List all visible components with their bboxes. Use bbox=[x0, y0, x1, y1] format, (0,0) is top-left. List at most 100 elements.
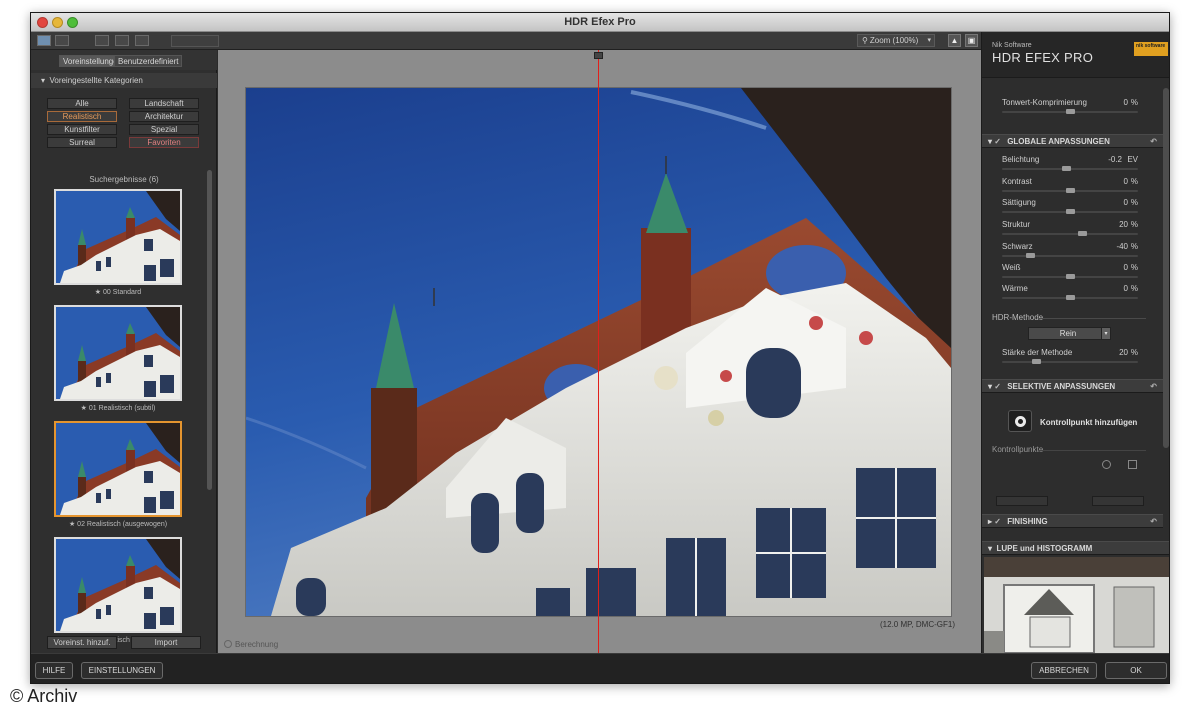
preset-item[interactable]: ★ 01 Realistisch (subtil) bbox=[54, 305, 182, 412]
add-control-point-button[interactable] bbox=[1008, 410, 1032, 432]
category-realistisch[interactable]: Realistisch bbox=[47, 111, 117, 122]
side-by-side-view-icon[interactable] bbox=[135, 35, 149, 46]
slider-knob[interactable] bbox=[1078, 231, 1087, 236]
chevron-down-icon: ▾ bbox=[927, 37, 931, 44]
presets-panel: Voreinstellungen Benutzerdefiniert ▾ Vor… bbox=[31, 50, 217, 653]
contrast-slider[interactable]: Kontrast 0 % bbox=[1002, 177, 1138, 195]
category-kunstfilter[interactable]: Kunstfilter bbox=[47, 124, 117, 135]
cancel-button[interactable]: ABBRECHEN bbox=[1031, 662, 1097, 679]
selective-adjustments-header[interactable]: ▾ ✓ SELEKTIVE ANPASSUNGEN ↶ bbox=[982, 379, 1163, 393]
star-icon: ★ bbox=[80, 405, 87, 412]
add-control-point-label[interactable]: Kontrollpunkt hinzufügen bbox=[1040, 418, 1137, 427]
split-view-icon[interactable] bbox=[115, 35, 129, 46]
split-handle-icon[interactable] bbox=[594, 52, 603, 59]
disclosure-triangle-icon: ▸ bbox=[988, 517, 993, 526]
slider-knob[interactable] bbox=[1066, 209, 1075, 214]
loupe-histogram-label: LUPE und HISTOGRAMM bbox=[996, 544, 1093, 553]
delete-point-icon[interactable] bbox=[1128, 460, 1137, 469]
slider-knob[interactable] bbox=[1066, 295, 1075, 300]
brand-header: Nik Software HDR EFEX PRO nik software bbox=[982, 32, 1169, 78]
checkmark-icon[interactable]: ✓ bbox=[994, 382, 1001, 391]
category-favoriten[interactable]: Favoriten bbox=[129, 137, 199, 148]
category-alle[interactable]: Alle bbox=[47, 98, 117, 109]
nik-logo: nik software bbox=[1134, 42, 1168, 56]
loupe-toggle-icon[interactable]: ▲ bbox=[948, 34, 961, 47]
category-spezial[interactable]: Spezial bbox=[129, 124, 199, 135]
presets-scrollbar[interactable] bbox=[207, 170, 212, 490]
reset-icon[interactable]: ↶ bbox=[1150, 380, 1157, 393]
single-view-icon[interactable] bbox=[37, 35, 51, 46]
settings-button[interactable]: EINSTELLUNGEN bbox=[81, 662, 163, 679]
tab-custom[interactable]: Benutzerdefiniert bbox=[114, 55, 183, 67]
category-header[interactable]: ▾ Voreingestellte Kategorien bbox=[31, 73, 217, 88]
structure-slider[interactable]: Struktur 20 % bbox=[1002, 220, 1138, 238]
hdr-method-select[interactable]: Rein bbox=[1028, 327, 1108, 340]
adjustments-scrollbar[interactable] bbox=[1163, 88, 1169, 448]
category-surreal[interactable]: Surreal bbox=[47, 137, 117, 148]
split-preview-line[interactable] bbox=[598, 50, 599, 653]
category-architektur[interactable]: Architektur bbox=[129, 111, 199, 122]
zoom-dropdown[interactable]: ⚲ Zoom (100%) ▾ bbox=[857, 34, 935, 47]
chevron-down-icon[interactable]: ▾ bbox=[1101, 327, 1111, 340]
full-view-icon[interactable] bbox=[95, 35, 109, 46]
divider bbox=[1038, 318, 1146, 319]
adjustments-panel: Nik Software HDR EFEX PRO nik software T… bbox=[981, 32, 1169, 653]
hdr-method-label: HDR-Methode bbox=[992, 313, 1044, 322]
disclosure-triangle-icon: ▾ bbox=[988, 137, 993, 146]
show-hide-points-icon[interactable] bbox=[1102, 460, 1111, 469]
slider-knob[interactable] bbox=[1032, 359, 1041, 364]
stage: HDR Efex Pro ⚲ Zoom (100%) ▾ ▲ ▣ Voreinst… bbox=[0, 0, 1200, 720]
finishing-option-button[interactable] bbox=[996, 496, 1048, 506]
star-icon: ★ bbox=[68, 521, 76, 528]
preset-tabs: Voreinstellungen Benutzerdefiniert bbox=[31, 50, 217, 70]
method-strength-slider[interactable]: Stärke der Methode 20 % bbox=[1002, 348, 1138, 366]
selective-adjustments-label: SELEKTIVE ANPASSUNGEN bbox=[1007, 382, 1116, 391]
preset-item[interactable]: ★ 00 Standard bbox=[54, 189, 182, 296]
product-title: HDR EFEX PRO bbox=[992, 50, 1094, 65]
help-button[interactable]: HILFE bbox=[35, 662, 73, 679]
import-button[interactable]: Import bbox=[131, 636, 201, 649]
slider-knob[interactable] bbox=[1026, 253, 1035, 258]
preset-item-selected[interactable]: ★ 02 Realistisch (ausgewogen) bbox=[54, 421, 182, 528]
preset-thumbnail bbox=[54, 537, 182, 633]
disclosure-triangle-icon: ▾ bbox=[988, 544, 993, 553]
spinner-icon bbox=[224, 640, 232, 648]
whites-slider[interactable]: Weiß 0 % bbox=[1002, 263, 1138, 281]
warmth-slider[interactable]: Wärme 0 % bbox=[1002, 284, 1138, 302]
preset-thumbnail bbox=[54, 421, 182, 517]
preview-canvas: (12.0 MP, DMC-GF1) Berechnung bbox=[218, 50, 981, 653]
disclosure-triangle-icon: ▾ bbox=[41, 76, 46, 85]
finishing-option-button[interactable] bbox=[1092, 496, 1144, 506]
blacks-slider[interactable]: Schwarz -40 % bbox=[1002, 242, 1138, 260]
bottom-bar: HILFE EINSTELLUNGEN ABBRECHEN OK bbox=[31, 653, 1169, 683]
slider-knob[interactable] bbox=[1066, 109, 1075, 114]
slider-knob[interactable] bbox=[1066, 188, 1075, 193]
loupe-preview bbox=[984, 557, 1169, 653]
title-bar: HDR Efex Pro bbox=[31, 13, 1169, 32]
tone-compression-slider[interactable]: Tonwert-Komprimierung 0 % bbox=[1002, 98, 1138, 116]
processing-status: Berechnung bbox=[224, 640, 278, 649]
saturation-slider[interactable]: Sättigung 0 % bbox=[1002, 198, 1138, 216]
preset-item[interactable]: ★ 03 Realistisch (stärker) bbox=[54, 537, 182, 644]
ok-button[interactable]: OK bbox=[1105, 662, 1167, 679]
global-adjustments-label: GLOBALE ANPASSUNGEN bbox=[1007, 137, 1110, 146]
slider-knob[interactable] bbox=[1066, 274, 1075, 279]
browser-view-icon[interactable] bbox=[55, 35, 69, 46]
global-adjustments-header[interactable]: ▾ ✓ GLOBALE ANPASSUNGEN ↶ bbox=[982, 134, 1163, 148]
finishing-header[interactable]: ▸ ✓ FINISHING ↶ bbox=[982, 514, 1163, 528]
category-header-label: Voreingestellte Kategorien bbox=[49, 76, 143, 85]
checkmark-icon[interactable]: ✓ bbox=[994, 517, 1001, 526]
reset-icon[interactable]: ↶ bbox=[1150, 515, 1157, 528]
add-preset-button[interactable]: Voreinst. hinzuf. bbox=[47, 636, 117, 649]
toolbar: ⚲ Zoom (100%) ▾ ▲ ▣ bbox=[31, 32, 981, 50]
checkmark-icon[interactable]: ✓ bbox=[994, 137, 1001, 146]
compare-toggle-icon[interactable]: ▣ bbox=[965, 34, 978, 47]
exposure-slider[interactable]: Belichtung -0.2 EV bbox=[1002, 155, 1138, 173]
star-icon: ★ bbox=[94, 289, 102, 296]
disclosure-triangle-icon: ▾ bbox=[988, 382, 993, 391]
category-landschaft[interactable]: Landschaft bbox=[129, 98, 199, 109]
loupe-histogram-header[interactable]: ▾ LUPE und HISTOGRAMM bbox=[982, 541, 1169, 555]
background-color-button[interactable] bbox=[171, 35, 219, 47]
reset-icon[interactable]: ↶ bbox=[1150, 135, 1157, 148]
slider-knob[interactable] bbox=[1062, 166, 1071, 171]
